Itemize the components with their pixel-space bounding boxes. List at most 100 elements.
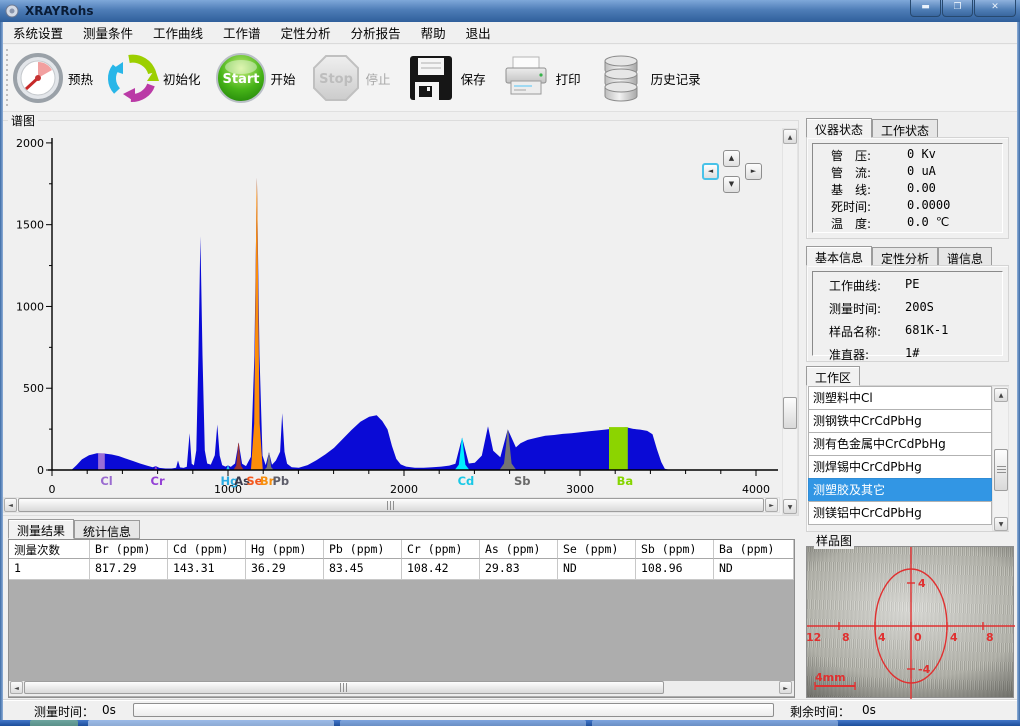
table-hscroll-thumb[interactable] bbox=[24, 681, 664, 694]
cell-se: ND bbox=[558, 559, 636, 580]
taskbar-button[interactable] bbox=[88, 720, 334, 726]
menu-qualitative-analysis[interactable]: 定性分析 bbox=[271, 20, 341, 45]
menu-exit[interactable]: 退出 bbox=[456, 20, 501, 45]
collimator-label: 准直器: bbox=[829, 346, 905, 363]
history-button[interactable]: 历史记录 bbox=[595, 52, 701, 104]
scroll-right-icon[interactable]: ► bbox=[765, 498, 778, 512]
workzone-item[interactable]: 测塑料中Cl bbox=[808, 386, 992, 410]
start-button[interactable]: Start 开始 bbox=[215, 52, 296, 104]
svg-text:8: 8 bbox=[842, 631, 850, 644]
windows-taskbar[interactable] bbox=[0, 720, 1020, 726]
svg-text:1000: 1000 bbox=[16, 300, 44, 313]
minimize-button[interactable]: ▬ bbox=[910, 0, 941, 17]
save-button[interactable]: 保存 bbox=[405, 52, 486, 104]
gauge-icon bbox=[12, 52, 64, 104]
scroll-up-icon[interactable]: ▲ bbox=[994, 388, 1008, 402]
tab-workzone[interactable]: 工作区 bbox=[806, 366, 860, 386]
menu-system-settings[interactable]: 系统设置 bbox=[3, 20, 73, 45]
col-header: Cd (ppm) bbox=[168, 540, 246, 559]
svg-text:0: 0 bbox=[37, 464, 44, 477]
menu-work-spectrum[interactable]: 工作谱 bbox=[213, 20, 271, 45]
workzone-scroll-thumb[interactable] bbox=[994, 449, 1008, 491]
menu-analysis-report[interactable]: 分析报告 bbox=[341, 20, 411, 45]
window-border-left bbox=[0, 22, 3, 720]
temperature-label: 温 度: bbox=[831, 215, 907, 232]
print-label: 打印 bbox=[556, 69, 581, 88]
taskbar-button[interactable] bbox=[340, 720, 586, 726]
tube-current-label: 管 流: bbox=[831, 164, 907, 181]
initialize-label: 初始化 bbox=[163, 69, 201, 88]
baseline-value: 0.00 bbox=[907, 181, 936, 198]
spectrum-chart: 050010001500200001000200030004000ClCrHgA… bbox=[4, 124, 780, 497]
stop-button[interactable]: Stop 停止 bbox=[310, 52, 391, 104]
taskbar-button[interactable] bbox=[592, 720, 838, 726]
scroll-down-icon[interactable]: ▼ bbox=[994, 517, 1008, 531]
toolbar: 预热 初始化 Start 开始 bbox=[3, 45, 1017, 112]
table-hscrollbar[interactable]: ◄ ► bbox=[9, 681, 794, 696]
scroll-left-icon[interactable]: ◄ bbox=[10, 681, 23, 694]
pan-down-button[interactable]: ▼ bbox=[723, 176, 740, 193]
stop-label: 停止 bbox=[366, 69, 391, 88]
chart-hscroll-thumb[interactable] bbox=[18, 498, 764, 512]
title-bar: XRAYRohs ▬ ❐ ✕ bbox=[0, 0, 1020, 22]
chart-vscroll-thumb[interactable] bbox=[783, 397, 797, 429]
workzone-item[interactable]: 测镁铝中CrCdPbHg bbox=[808, 501, 992, 525]
temperature-value: 0.0 ℃ bbox=[907, 215, 949, 232]
svg-text:-4: -4 bbox=[918, 663, 931, 676]
svg-text:8: 8 bbox=[986, 631, 994, 644]
print-button[interactable]: 打印 bbox=[500, 52, 581, 104]
menu-working-curve[interactable]: 工作曲线 bbox=[143, 20, 213, 45]
chart-hscrollbar[interactable]: ◄ ► bbox=[3, 497, 780, 513]
progress-bar bbox=[133, 703, 774, 717]
workzone-item[interactable]: 测钢铁中CrCdPbHg bbox=[808, 409, 992, 433]
refresh-arrows-icon bbox=[107, 52, 159, 104]
tab-basic-info[interactable]: 基本信息 bbox=[806, 246, 872, 266]
tab-spectrum-info[interactable]: 谱信息 bbox=[938, 247, 992, 266]
svg-text:4: 4 bbox=[918, 577, 926, 590]
workzone-item[interactable]: 测有色金属中CrCdPbHg bbox=[808, 432, 992, 456]
col-header: Se (ppm) bbox=[558, 540, 636, 559]
close-button[interactable]: ✕ bbox=[974, 0, 1016, 17]
tube-voltage-value: 0 Kv bbox=[907, 147, 936, 164]
chart-vscrollbar[interactable]: ▲ ▼ bbox=[782, 128, 798, 515]
sample-image-label: 样品图 bbox=[814, 532, 854, 549]
pan-up-button[interactable]: ▲ bbox=[723, 150, 740, 167]
maximize-button[interactable]: ❐ bbox=[942, 0, 973, 17]
table-row[interactable]: 1 817.29 143.31 36.29 83.45 108.42 29.83… bbox=[9, 559, 794, 580]
crosshair-overlay: 128404884-4-84mm bbox=[807, 547, 1015, 699]
pan-right-button[interactable]: ► bbox=[745, 163, 762, 180]
measure-time-value: 200S bbox=[905, 300, 934, 317]
menu-help[interactable]: 帮助 bbox=[411, 20, 456, 45]
preheat-button[interactable]: 预热 bbox=[12, 52, 93, 104]
scroll-left-icon[interactable]: ◄ bbox=[4, 498, 17, 512]
svg-text:4mm: 4mm bbox=[815, 671, 846, 684]
svg-text:Pb: Pb bbox=[272, 474, 289, 488]
tab-statistics[interactable]: 统计信息 bbox=[74, 520, 140, 539]
svg-text:12: 12 bbox=[807, 631, 821, 644]
workzone-item-selected[interactable]: 测塑胶及其它 bbox=[808, 478, 992, 502]
menu-measure-conditions[interactable]: 测量条件 bbox=[73, 20, 143, 45]
workzone-item[interactable]: 测焊锡中CrCdPbHg bbox=[808, 455, 992, 479]
start-orb[interactable] bbox=[30, 720, 78, 726]
svg-text:0: 0 bbox=[49, 483, 56, 496]
scroll-down-icon[interactable]: ▼ bbox=[783, 499, 797, 514]
collimator-value: 1# bbox=[905, 346, 919, 363]
tab-instrument-status[interactable]: 仪器状态 bbox=[806, 118, 872, 138]
svg-text:3000: 3000 bbox=[566, 483, 594, 496]
tab-qualitative[interactable]: 定性分析 bbox=[872, 247, 938, 266]
tab-measure-results[interactable]: 测量结果 bbox=[8, 519, 74, 539]
svg-text:0: 0 bbox=[914, 631, 922, 644]
tab-working-status[interactable]: 工作状态 bbox=[872, 119, 938, 138]
scroll-right-icon[interactable]: ► bbox=[779, 681, 792, 694]
workzone-scrollbar[interactable]: ▲ ▼ bbox=[992, 386, 1009, 531]
dead-time-label: 死时间: bbox=[831, 198, 907, 215]
spectrum-group-label: 谱图 bbox=[8, 112, 38, 129]
app-icon bbox=[4, 3, 20, 19]
scroll-up-icon[interactable]: ▲ bbox=[783, 129, 797, 144]
initialize-button[interactable]: 初始化 bbox=[107, 52, 201, 104]
results-table: 测量次数 Br (ppm) Cd (ppm) Hg (ppm) Pb (ppm)… bbox=[8, 539, 795, 698]
col-header: Pb (ppm) bbox=[324, 540, 402, 559]
remaining-time-value: 0s bbox=[862, 703, 876, 717]
pan-left-button[interactable]: ◄ bbox=[702, 163, 719, 180]
remaining-time-label: 剩余时间： bbox=[790, 703, 850, 720]
